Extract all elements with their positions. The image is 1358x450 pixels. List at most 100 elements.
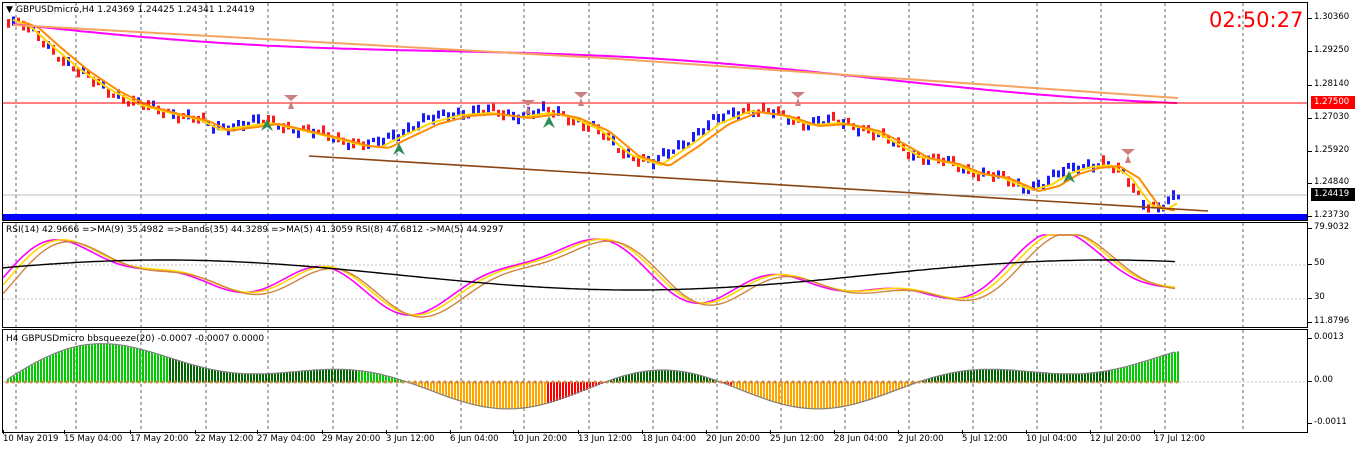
bbsqueeze-indicator-panel[interactable]: H4 GBPUSDmicro bbsqueeze(20) -0.0007 -0.… — [2, 329, 1308, 433]
squeeze-dot — [1043, 380, 1047, 384]
histogram-bar — [997, 369, 999, 383]
squeeze-dot — [287, 380, 291, 384]
squeeze-dot — [875, 380, 879, 384]
squeeze-dot — [869, 380, 873, 384]
candle-timer: 02:50:27 — [1209, 8, 1304, 32]
histogram-bar — [481, 382, 483, 407]
squeeze-dot — [215, 380, 219, 384]
histogram-bar — [433, 382, 435, 392]
squeeze-dot — [971, 380, 975, 384]
histogram-bar — [682, 371, 684, 383]
squeeze-dot — [509, 380, 513, 384]
histogram-bar — [136, 348, 138, 383]
squeeze-dot — [1049, 380, 1053, 384]
squeeze-dot — [257, 380, 261, 384]
histogram-bar — [508, 382, 510, 410]
time-tick: 17 May 20:00 — [130, 430, 189, 444]
squeeze-dot — [191, 380, 195, 384]
squeeze-dot — [113, 380, 117, 384]
histogram-bar — [124, 345, 126, 383]
squeeze-dot — [341, 380, 345, 384]
candle-bar — [252, 114, 255, 123]
squeeze-dot — [1073, 380, 1077, 384]
squeeze-dot — [713, 380, 717, 384]
histogram-bar — [880, 382, 882, 397]
time-tick: 20 Jun 20:00 — [706, 430, 760, 444]
sell-arrow-icon — [284, 95, 298, 109]
time-tick: 15 May 04:00 — [64, 430, 123, 444]
histogram-bar — [670, 370, 672, 383]
bbsq-tick: -0.0011 — [1308, 417, 1347, 427]
squeeze-dot — [671, 380, 675, 384]
histogram-bar — [442, 382, 444, 396]
rsi-header: RSI(14) 42.9666 =>MA(9) 35.4982 =>Bands(… — [6, 225, 504, 235]
time-tick: 18 Jun 04:00 — [642, 430, 696, 444]
candle-bar — [1137, 190, 1140, 196]
histogram-bar — [1096, 372, 1098, 383]
histogram-bar — [139, 348, 141, 383]
histogram-bar — [1066, 373, 1068, 383]
squeeze-dot — [1013, 380, 1017, 384]
squeeze-dot — [155, 380, 159, 384]
histogram-bar — [1132, 365, 1134, 383]
squeeze-dot — [503, 380, 507, 384]
price-tick: 1.25920 — [1307, 145, 1350, 155]
time-tick: 5 Jul 12:00 — [962, 430, 1008, 444]
histogram-bar — [745, 382, 747, 392]
histogram-bar — [1012, 370, 1014, 383]
squeeze-dot — [665, 380, 669, 384]
histogram-bar — [109, 343, 111, 383]
squeeze-dot — [779, 380, 783, 384]
chart-menu-arrow-icon[interactable]: ▼ — [6, 5, 13, 15]
histogram-bar — [976, 369, 978, 383]
candle-bar — [677, 140, 680, 150]
squeeze-dot — [1103, 380, 1107, 384]
histogram-bar — [793, 382, 795, 408]
squeeze-dot — [701, 380, 705, 384]
squeeze-dot — [935, 380, 939, 384]
histogram-bar — [1138, 363, 1140, 383]
squeeze-dot — [1067, 380, 1071, 384]
squeeze-dot — [785, 380, 789, 384]
candle-bar — [1082, 164, 1085, 169]
histogram-bar — [34, 363, 36, 383]
squeeze-dot — [497, 380, 501, 384]
histogram-bar — [499, 382, 501, 410]
histogram-bar — [1006, 369, 1008, 383]
squeeze-dot — [71, 380, 75, 384]
histogram-bar — [787, 382, 789, 406]
squeeze-dot — [485, 380, 489, 384]
squeeze-dot — [677, 380, 681, 384]
squeeze-dot — [743, 380, 747, 384]
squeeze-dot — [197, 380, 201, 384]
time-tick: 29 May 20:00 — [322, 430, 381, 444]
price-chart-panel[interactable]: ▼ GBPUSDmicro,H4 1.24369 1.24425 1.24341… — [2, 2, 1308, 221]
squeeze-dot — [941, 380, 945, 384]
candle-bar — [427, 115, 430, 120]
squeeze-dot — [581, 380, 585, 384]
squeeze-dot — [35, 380, 39, 384]
squeeze-dot — [101, 380, 105, 384]
squeeze-dot — [1055, 380, 1059, 384]
histogram-bar — [469, 382, 471, 404]
candle-bar — [1142, 199, 1145, 210]
histogram-bar — [58, 352, 60, 383]
histogram-bar — [268, 373, 270, 383]
rsi-indicator-panel[interactable]: RSI(14) 42.9666 =>MA(9) 35.4982 =>Bands(… — [2, 222, 1308, 328]
histogram-bar — [559, 382, 561, 400]
histogram-bar — [334, 369, 336, 383]
histogram-bar — [877, 382, 879, 398]
squeeze-dot — [1133, 380, 1137, 384]
candle-bar — [7, 19, 10, 28]
squeeze-dot — [755, 380, 759, 384]
histogram-bar — [970, 370, 972, 383]
squeeze-dot — [5, 380, 9, 384]
candle-bar — [377, 136, 380, 147]
histogram-bar — [106, 343, 108, 383]
histogram-bar — [760, 382, 762, 398]
squeeze-dot — [1169, 380, 1173, 384]
histogram-bar — [52, 354, 54, 383]
squeeze-dot — [329, 380, 333, 384]
histogram-bar — [49, 355, 51, 383]
histogram-bar — [187, 363, 189, 383]
